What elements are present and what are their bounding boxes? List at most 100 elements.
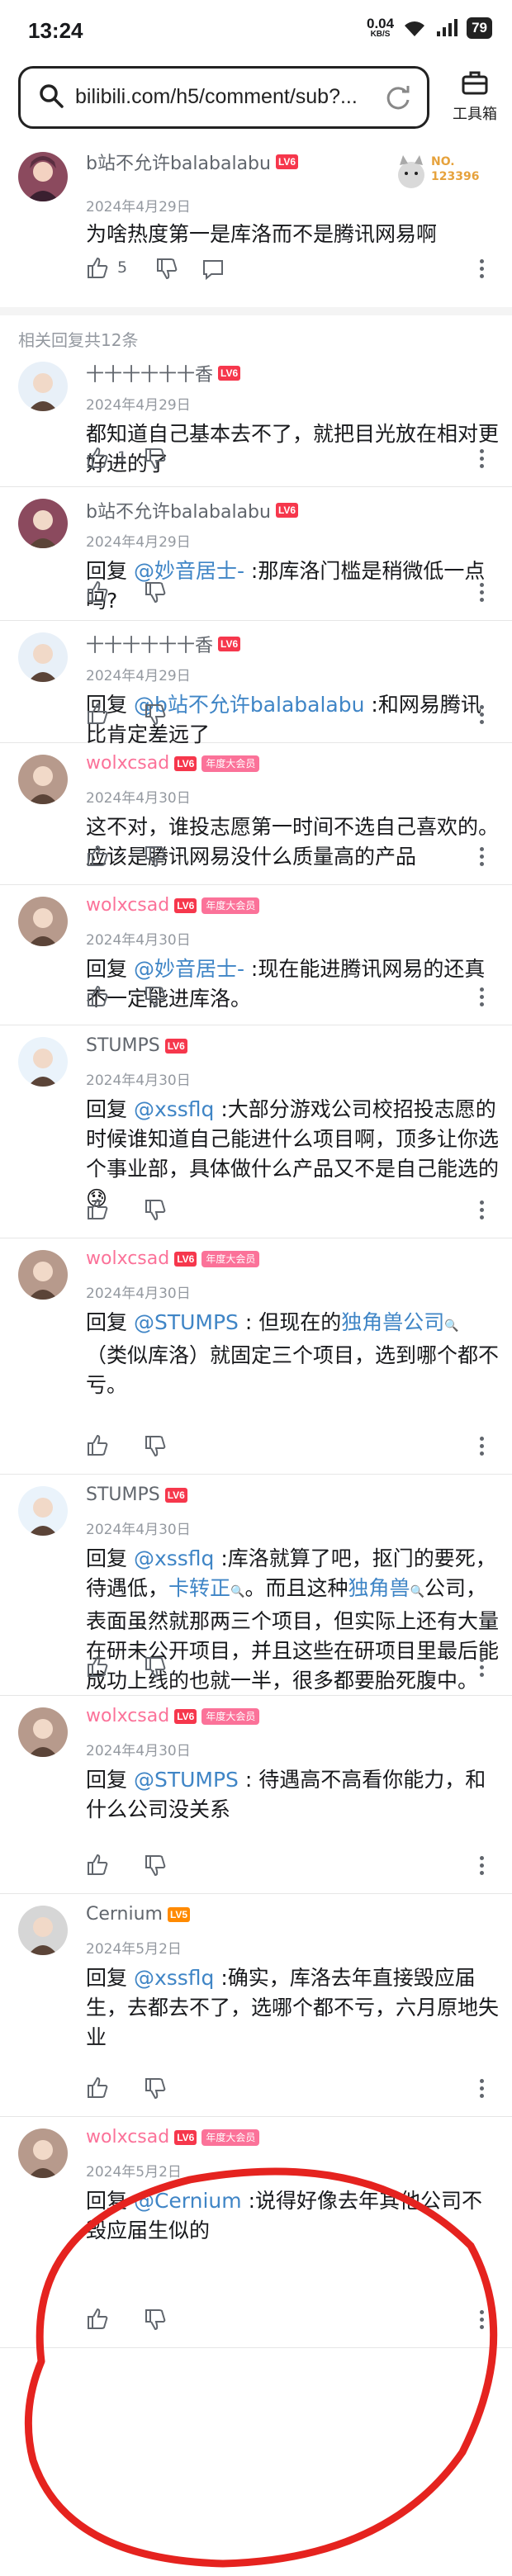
- like-button[interactable]: 1: [86, 446, 127, 469]
- keyword-link[interactable]: 独角兽公司: [341, 1310, 444, 1334]
- mention-link[interactable]: @STUMPS: [134, 1768, 239, 1792]
- reply-comment: b站不允许balabalabu LV6 2024年4月29日 回复 @妙音居士- …: [0, 487, 512, 621]
- avatar[interactable]: [18, 499, 68, 548]
- username[interactable]: wolxcsad LV6 年度大会员: [86, 1706, 260, 1726]
- thumbs-down-icon[interactable]: [144, 703, 167, 727]
- reply-comment: 十十十十十十香 LV6 2024年4月29日 都知道自己基本去不了，就把目光放在相…: [0, 350, 512, 487]
- like-button[interactable]: [86, 2076, 109, 2099]
- avatar[interactable]: [18, 362, 68, 411]
- more-icon[interactable]: [477, 1655, 486, 1684]
- toolbox-icon: [462, 71, 488, 95]
- reply-count: 相关回复共12条: [18, 330, 139, 350]
- avatar[interactable]: [18, 755, 68, 804]
- thumbs-up-icon: [88, 1198, 108, 1219]
- username[interactable]: wolxcsad LV6 年度大会员: [86, 895, 260, 916]
- like-button[interactable]: [86, 844, 109, 867]
- avatar[interactable]: [18, 1486, 68, 1536]
- like-button[interactable]: [86, 1197, 109, 1220]
- mention-link[interactable]: @妙音居士-: [134, 957, 244, 981]
- more-icon[interactable]: [477, 580, 486, 609]
- thumbs-down-icon[interactable]: [144, 447, 167, 471]
- username[interactable]: Cernium LV5: [86, 1904, 191, 1925]
- level-badge: LV6: [174, 897, 197, 913]
- more-icon[interactable]: [477, 446, 486, 476]
- thumbs-down-icon[interactable]: [155, 258, 178, 281]
- avatar[interactable]: [18, 1707, 68, 1757]
- comment-actions: [86, 1433, 499, 1463]
- avatar[interactable]: [18, 1906, 68, 1955]
- section-divider: [0, 307, 512, 315]
- username[interactable]: b站不允许balabalabu LV6: [86, 149, 299, 175]
- like-button[interactable]: [86, 984, 109, 1007]
- username[interactable]: wolxcsad LV6 年度大会员: [86, 753, 260, 774]
- comment-date: 2024年4月30日: [86, 932, 191, 949]
- avatar[interactable]: [18, 632, 68, 682]
- avatar[interactable]: [18, 152, 68, 201]
- mention-link[interactable]: @xssflq: [134, 1097, 214, 1121]
- more-icon[interactable]: [477, 984, 486, 1014]
- username[interactable]: 十十十十十十香 LV6: [86, 360, 241, 386]
- thumbs-down-icon[interactable]: [144, 581, 167, 604]
- address-bar[interactable]: bilibili.com/h5/comment/sub?...: [18, 66, 429, 129]
- more-icon[interactable]: [477, 2076, 486, 2105]
- like-button[interactable]: [86, 1655, 109, 1678]
- toolbox-button[interactable]: 工具箱: [446, 69, 504, 124]
- url-text[interactable]: bilibili.com/h5/comment/sub?...: [75, 85, 358, 109]
- more-icon[interactable]: [477, 1853, 486, 1882]
- browser-toolbar: bilibili.com/h5/comment/sub?... 工具箱: [0, 63, 512, 139]
- avatar[interactable]: [18, 897, 68, 946]
- avatar[interactable]: [18, 1250, 68, 1300]
- thumbs-up-icon: [88, 2076, 108, 2098]
- more-icon[interactable]: [477, 702, 486, 732]
- level-badge: LV5: [167, 1906, 191, 1922]
- thumbs-down-icon[interactable]: [144, 1435, 167, 1458]
- thumbs-down-icon[interactable]: [144, 986, 167, 1009]
- mention-link[interactable]: @xssflq: [134, 1966, 214, 1990]
- comment-actions: [86, 1197, 499, 1227]
- thumbs-up-icon: [88, 447, 108, 468]
- username[interactable]: 十十十十十十香 LV6: [86, 631, 241, 657]
- keyword-link[interactable]: 独角兽: [348, 1576, 410, 1600]
- like-button[interactable]: [86, 1853, 109, 1876]
- more-icon[interactable]: [477, 256, 486, 286]
- like-button[interactable]: 5: [86, 256, 127, 279]
- refresh-icon[interactable]: [384, 84, 412, 112]
- thumbs-up-icon: [88, 985, 108, 1006]
- reply-comment: Cernium LV5 2024年5月2日 回复 @xssflq :确实，库洛去年…: [0, 1894, 512, 2117]
- avatar[interactable]: [18, 1037, 68, 1087]
- thumbs-up-icon: [88, 1854, 108, 1875]
- comment-date: 2024年4月29日: [86, 199, 191, 215]
- more-icon[interactable]: [477, 1433, 486, 1463]
- level-badge: LV6: [174, 1251, 197, 1267]
- search-icon: 🔍: [444, 1319, 459, 1333]
- thumbs-down-icon[interactable]: [144, 1656, 167, 1679]
- thumbs-down-icon[interactable]: [144, 1199, 167, 1222]
- reply-comment: wolxcsad LV6 年度大会员 2024年4月30日 回复 @妙音居士- :现…: [0, 885, 512, 1025]
- keyword-link[interactable]: 卡转正: [168, 1576, 230, 1600]
- mention-link[interactable]: @xssflq: [134, 1546, 214, 1570]
- username[interactable]: b站不允许balabalabu LV6: [86, 497, 299, 523]
- thumbs-up-icon: [88, 1434, 108, 1456]
- like-button[interactable]: [86, 1433, 109, 1456]
- comment-actions: [86, 1853, 499, 1882]
- thumbs-down-icon[interactable]: [144, 845, 167, 869]
- comment-actions: 5: [86, 256, 499, 286]
- reply-icon[interactable]: [201, 258, 225, 281]
- like-button[interactable]: [86, 702, 109, 725]
- comment-text: 回复 @xssflq :确实，库洛去年直接毁应届生，去都去不了，选哪个都不亏，六…: [86, 1966, 500, 2049]
- level-badge: LV6: [218, 637, 241, 651]
- username[interactable]: STUMPS LV6: [86, 1485, 187, 1505]
- more-icon[interactable]: [477, 844, 486, 874]
- thumbs-down-icon[interactable]: [144, 1854, 167, 1878]
- search-icon: 🔍: [410, 1585, 424, 1598]
- username[interactable]: wolxcsad LV6 年度大会员: [86, 2127, 260, 2147]
- thumbs-up-icon: [88, 703, 108, 724]
- more-icon[interactable]: [477, 1197, 486, 1227]
- like-button[interactable]: [86, 580, 109, 603]
- username[interactable]: wolxcsad LV6 年度大会员: [86, 1248, 260, 1269]
- comment-actions: [86, 984, 499, 1014]
- comment-actions: [86, 2076, 499, 2105]
- thumbs-down-icon[interactable]: [144, 2077, 167, 2100]
- username[interactable]: STUMPS LV6: [86, 1035, 187, 1056]
- mention-link[interactable]: @STUMPS: [134, 1310, 239, 1334]
